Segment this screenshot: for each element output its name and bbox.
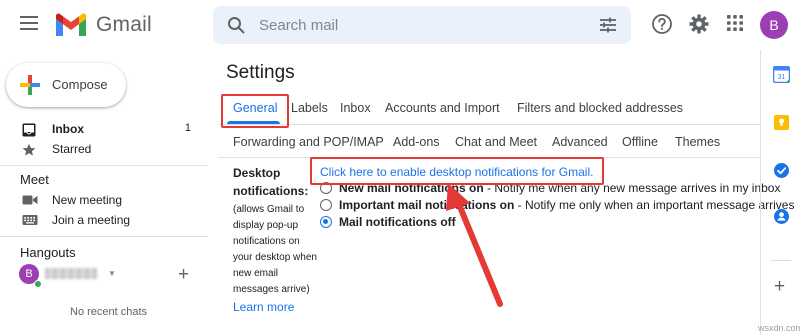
watermark: wsxdn.com [758,323,800,333]
annotation-arrow [446,183,503,307]
